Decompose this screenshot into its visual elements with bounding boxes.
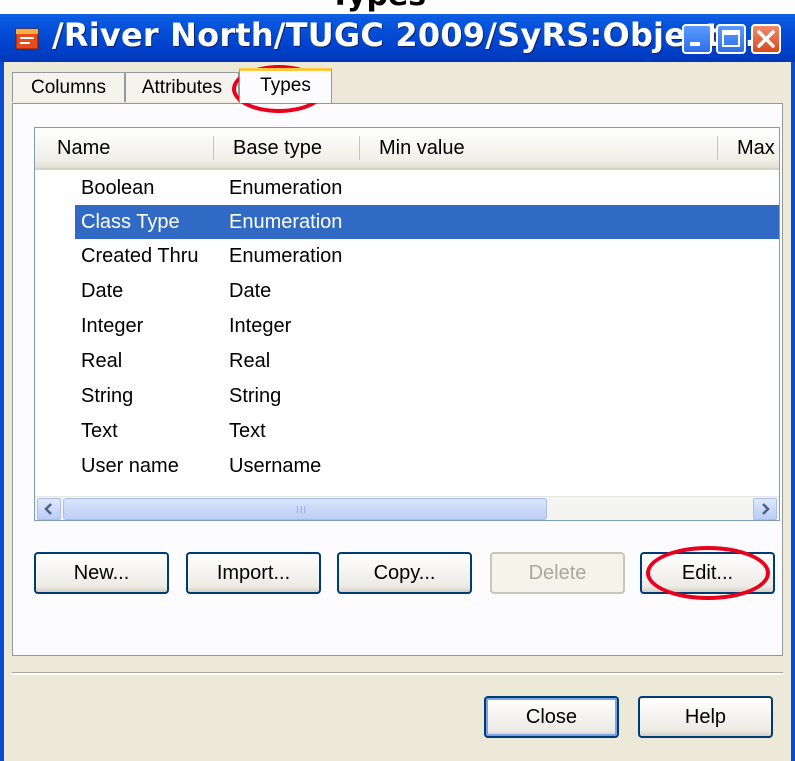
column-header-max-value[interactable]: Max [737,128,779,168]
list-row-real[interactable]: Real Real [75,344,779,378]
row-name: Boolean [81,177,155,199]
edit-button[interactable]: Edit... [640,552,775,594]
row-base-type: Date [229,280,272,302]
column-divider[interactable] [213,136,214,160]
list-header: Name Base type Min value Max [35,128,779,170]
window-title: /River North/TUGC 2009/SyRS:Object ... [52,16,770,54]
close-button[interactable]: Close [484,696,619,738]
row-name: Integer [81,315,144,337]
dialog-separator [12,672,783,675]
row-name: User name [81,455,179,477]
list-row-integer[interactable]: Integer Integer [75,309,779,343]
column-header-name[interactable]: Name [57,128,110,168]
column-divider[interactable] [717,136,718,160]
list-row-string[interactable]: String String [75,379,779,413]
scroll-thumb-grip: III [296,505,308,516]
title-top-strip-text: Types [330,0,426,13]
object-properties-dialog: Types /River North/TUGC 2009/SyRS:Object… [0,0,795,761]
row-name: Class Type [81,211,180,233]
minimize-button[interactable] [682,24,712,54]
list-row-boolean[interactable]: Boolean Enumeration [75,171,779,205]
row-base-type: Enumeration [229,211,343,233]
scroll-thumb[interactable]: III [63,498,547,520]
copy-button[interactable]: Copy... [337,552,472,594]
dialog-app-icon [15,28,39,50]
list-row-text[interactable]: Text Text [75,414,779,448]
scroll-left-icon [44,503,52,515]
row-name: Text [81,420,118,442]
title-top-strip: Types [0,0,795,14]
column-header-base-type[interactable]: Base type [233,128,322,168]
import-button[interactable]: Import... [186,552,321,594]
row-base-type: Enumeration [229,245,343,267]
minimize-icon [690,42,700,46]
row-base-type: Enumeration [229,177,343,199]
scroll-right-icon [762,503,770,515]
maximize-button[interactable] [716,24,746,54]
list-row-date[interactable]: Date Date [75,274,779,308]
tab-attributes[interactable]: Attributes [125,72,239,102]
delete-button[interactable]: Delete [490,552,625,594]
scroll-left-button[interactable] [37,498,61,520]
row-name: Created Thru [81,245,199,267]
row-base-type: Text [229,420,266,442]
close-window-button[interactable] [751,24,781,54]
scroll-right-button[interactable] [753,498,777,520]
list-row-created-thru[interactable]: Created Thru Enumeration [75,239,779,273]
list-row-class-type[interactable]: Class Type Enumeration [75,205,779,239]
tab-types[interactable]: Types [239,68,332,103]
types-list[interactable]: Name Base type Min value Max Boolean Enu… [34,127,780,521]
row-name: String [81,385,134,407]
column-header-min-value[interactable]: Min value [379,128,465,168]
maximize-icon [722,30,740,47]
row-name: Real [81,350,123,372]
new-button[interactable]: New... [34,552,169,594]
close-icon [757,30,775,48]
column-divider[interactable] [359,136,360,160]
horizontal-scrollbar[interactable]: III [35,496,779,520]
title-bar[interactable]: Types /River North/TUGC 2009/SyRS:Object… [0,0,795,62]
help-button[interactable]: Help [638,696,773,738]
tab-columns[interactable]: Columns [12,72,125,102]
row-base-type: Real [229,350,271,372]
row-base-type: String [229,385,282,407]
row-name: Date [81,280,124,302]
list-row-user-name[interactable]: User name Username [75,449,779,483]
row-base-type: Integer [229,315,292,337]
row-base-type: Username [229,455,322,477]
